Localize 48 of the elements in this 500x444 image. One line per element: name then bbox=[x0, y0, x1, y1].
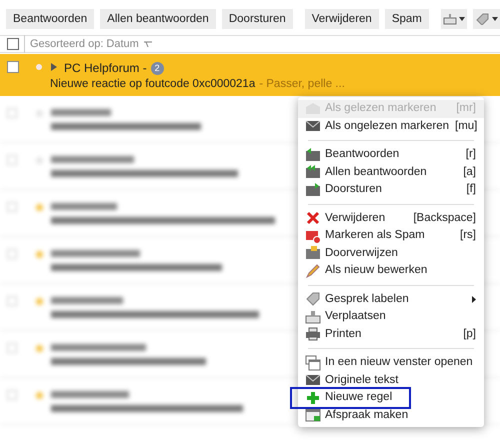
menu-item[interactable]: Markeren als Spam [rs] bbox=[298, 227, 484, 244]
toolbar-button[interactable]: Verwijderen bbox=[304, 9, 379, 29]
label-dropdown-button[interactable] bbox=[473, 9, 500, 29]
message-row[interactable]: PC Helpforum - 2 Nieuwe reactie op foutcode 0xc000021a - Passer, pelle ... bbox=[0, 54, 500, 96]
menu-item[interactable]: Beantwoorden [r] bbox=[298, 146, 484, 164]
menu-item[interactable]: Verwijderen [Backspace] bbox=[298, 210, 484, 227]
basket-icon bbox=[443, 13, 458, 25]
menu-item[interactable]: Als ongelezen markeren [mu] bbox=[298, 118, 484, 135]
caret-icon bbox=[492, 17, 498, 21]
sender-name: PC Helpforum - bbox=[64, 60, 147, 77]
envelope-double-arrow-icon bbox=[305, 164, 321, 180]
menu-item[interactable]: Originele tekst bbox=[298, 372, 484, 389]
cross-icon bbox=[305, 210, 321, 226]
envelope-arrow-icon bbox=[305, 146, 321, 163]
menu-item[interactable]: Printen [p] bbox=[298, 326, 484, 343]
menu-item[interactable]: Afspraak maken bbox=[298, 406, 484, 424]
menu-item[interactable]: Allen beantwoorden [a] bbox=[298, 164, 484, 181]
expand-icon[interactable] bbox=[51, 63, 57, 71]
pencil-icon bbox=[305, 262, 321, 279]
calendar-icon bbox=[305, 407, 321, 424]
tag-icon bbox=[305, 291, 321, 308]
move-dropdown-button[interactable] bbox=[440, 9, 468, 29]
tag-icon bbox=[476, 13, 490, 25]
sort-icon[interactable] bbox=[144, 41, 152, 47]
menu-item[interactable]: Als nieuw bewerken bbox=[298, 262, 484, 280]
menu-item[interactable]: Doorsturen [f] bbox=[298, 181, 484, 198]
windows-icon bbox=[305, 354, 321, 371]
toolbar-button[interactable]: Allen beantwoorden bbox=[100, 9, 216, 29]
preview-text: - Passer, pelle ... bbox=[259, 77, 345, 92]
menu-item[interactable]: Gesprek labelen bbox=[298, 290, 484, 308]
sort-label[interactable]: Gesorteerd op: Datum bbox=[30, 36, 139, 52]
caret-icon bbox=[459, 17, 466, 21]
toolbar-button[interactable]: Spam bbox=[384, 9, 429, 29]
menu-item[interactable]: Doorverwijzen bbox=[298, 244, 484, 262]
menu-item[interactable]: Verplaatsen bbox=[298, 308, 484, 326]
thread-count-badge: 2 bbox=[150, 62, 164, 74]
envelope-icon bbox=[305, 245, 321, 262]
envelope-arrow-icon bbox=[305, 182, 321, 198]
toolbar-button[interactable]: Doorsturen bbox=[222, 9, 293, 29]
menu-item[interactable]: In een nieuw venster openen bbox=[298, 354, 484, 372]
subject-line: Nieuwe reactie op foutcode 0xc000021a bbox=[50, 77, 256, 92]
row-checkbox[interactable] bbox=[7, 61, 19, 73]
menu-item[interactable]: Nieuwe regel bbox=[292, 389, 409, 406]
toolbar-button[interactable]: Beantwoorden bbox=[6, 9, 94, 29]
plus-icon bbox=[305, 390, 321, 406]
select-all-checkbox[interactable] bbox=[7, 38, 19, 50]
basket-icon bbox=[305, 308, 321, 325]
printer-icon bbox=[305, 326, 321, 342]
